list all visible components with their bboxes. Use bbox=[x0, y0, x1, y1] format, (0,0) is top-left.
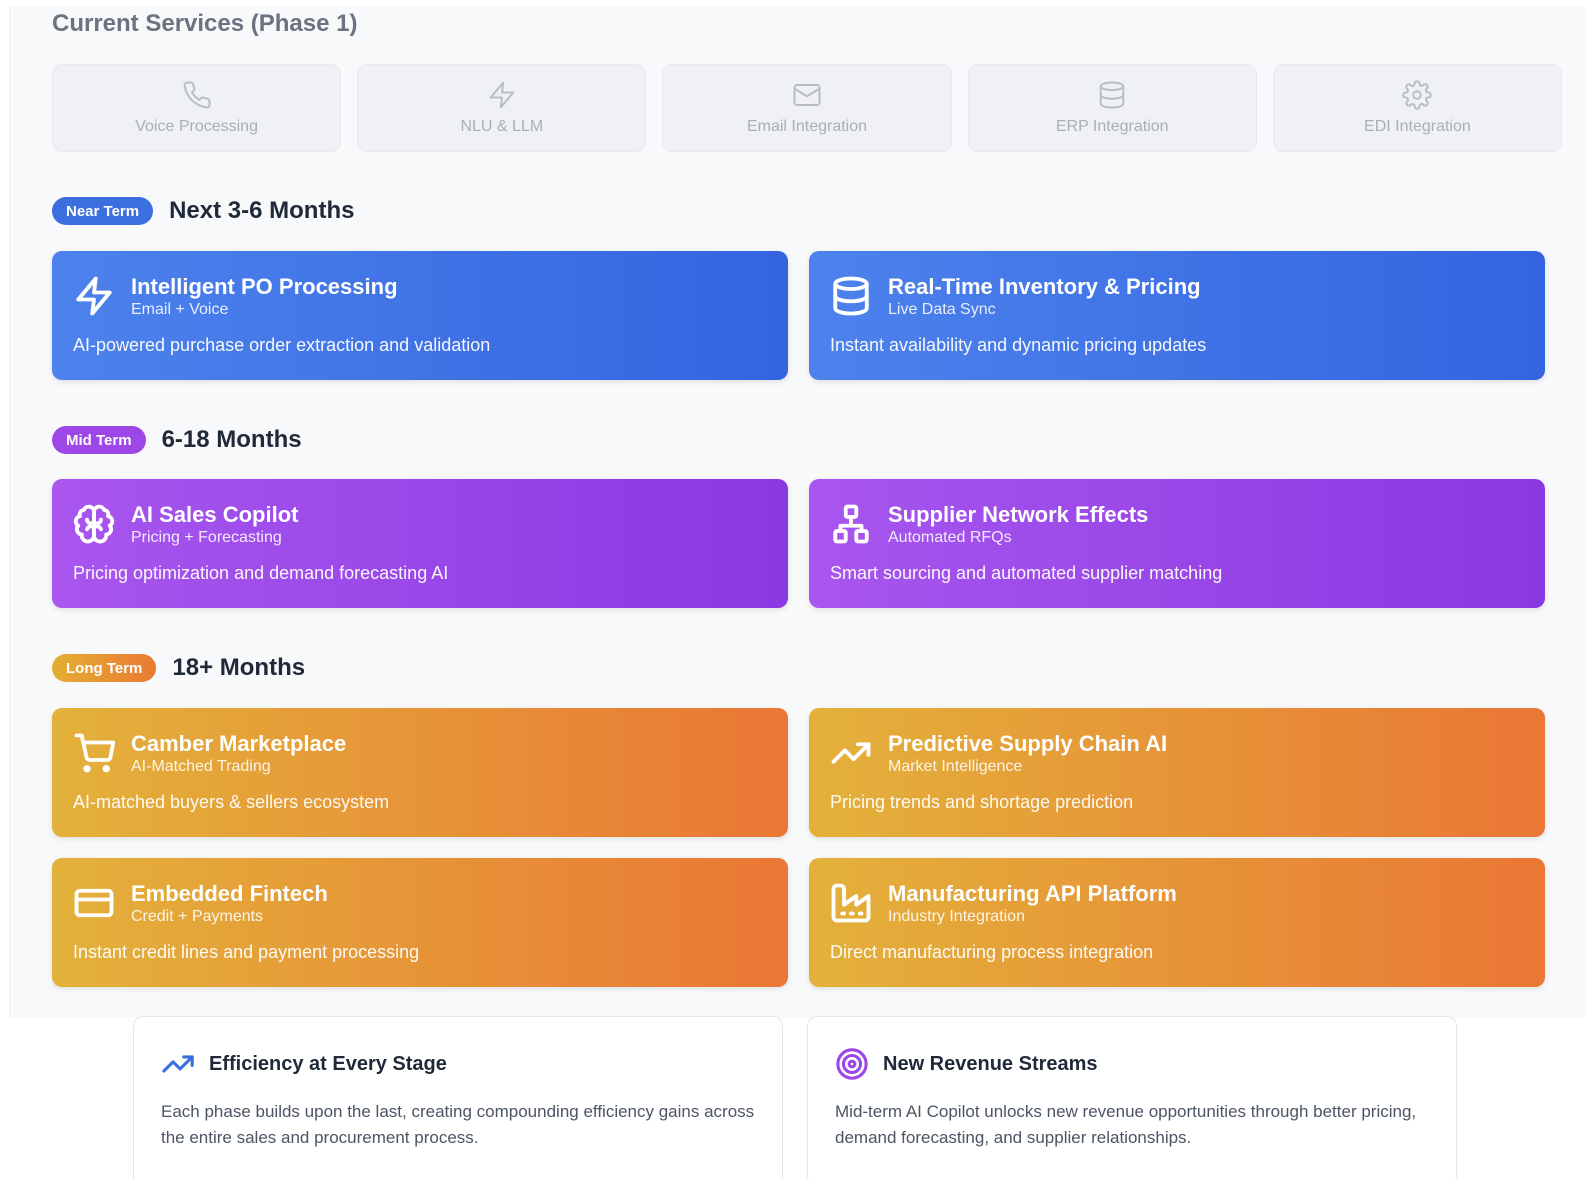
card-title: Predictive Supply Chain AI bbox=[888, 731, 1168, 756]
cart-icon bbox=[73, 732, 116, 774]
card-subtitle: Industry Integration bbox=[888, 908, 1025, 925]
card-description: Instant credit lines and payment process… bbox=[73, 942, 420, 962]
service-label: ERP Integration bbox=[1055, 118, 1169, 135]
card-subtitle: Credit + Payments bbox=[131, 908, 264, 925]
network-icon bbox=[830, 503, 872, 545]
lightning-icon bbox=[73, 275, 115, 317]
service-label: EDI Integration bbox=[1364, 118, 1471, 135]
service-edi-integration[interactable]: EDI Integration bbox=[1272, 64, 1563, 152]
card-manufacturing-api-platform[interactable]: Manufacturing API Platform Industry Inte… bbox=[809, 858, 1545, 987]
card-description: AI-matched buyers & sellers ecosystem bbox=[73, 792, 390, 812]
card-real-time-inventory-pricing[interactable]: Real-Time Inventory & Pricing Live Data … bbox=[809, 251, 1545, 380]
card-title: Real-Time Inventory & Pricing bbox=[888, 274, 1201, 299]
card-title: Camber Marketplace bbox=[131, 731, 347, 756]
card-supplier-network-effects[interactable]: Supplier Network Effects Automated RFQs … bbox=[809, 479, 1545, 608]
card-subtitle: Live Data Sync bbox=[888, 301, 996, 318]
near-term-header: Near Term Next 3-6 Months bbox=[52, 196, 354, 226]
card-description: Direct manufacturing process integration bbox=[830, 942, 1154, 962]
summary-text: Each phase builds upon the last, creatin… bbox=[161, 1102, 755, 1147]
card-ai-sales-copilot[interactable]: AI Sales Copilot Pricing + Forecasting P… bbox=[52, 479, 788, 608]
mid-term-header: Mid Term 6-18 Months bbox=[52, 425, 302, 455]
card-description: Pricing optimization and demand forecast… bbox=[73, 563, 449, 583]
near-term-title: Next 3-6 Months bbox=[169, 197, 355, 224]
card-predictive-supply-chain-ai[interactable]: Predictive Supply Chain AI Market Intell… bbox=[809, 708, 1545, 837]
card-subtitle: Market Intelligence bbox=[888, 758, 1023, 775]
summary-text: Mid-term AI Copilot unlocks new revenue … bbox=[835, 1102, 1417, 1147]
current-services-title: Current Services (Phase 1) bbox=[52, 10, 358, 37]
trending-up-icon bbox=[830, 732, 872, 774]
mid-term-badge: Mid Term bbox=[52, 426, 146, 454]
card-title: Intelligent PO Processing bbox=[131, 274, 398, 299]
phone-icon bbox=[183, 81, 211, 109]
card-embedded-fintech[interactable]: Embedded Fintech Credit + Payments Insta… bbox=[52, 858, 788, 987]
gear-icon bbox=[1402, 80, 1433, 110]
factory-icon bbox=[830, 882, 872, 924]
card-title: Supplier Network Effects bbox=[888, 502, 1149, 527]
card-description: AI-powered purchase order extraction and… bbox=[73, 335, 491, 355]
near-term-badge: Near Term bbox=[52, 197, 154, 225]
card-description: Pricing trends and shortage prediction bbox=[830, 792, 1134, 812]
long-term-header: Long Term 18+ Months bbox=[52, 653, 305, 683]
service-email-integration[interactable]: Email Integration bbox=[662, 64, 952, 152]
long-term-badge: Long Term bbox=[52, 654, 157, 682]
trending-up-icon bbox=[162, 1055, 194, 1073]
summary-revenue-card: New Revenue Streams Mid-term AI Copilot … bbox=[807, 1016, 1457, 1179]
card-title: Manufacturing API Platform bbox=[888, 881, 1177, 906]
service-label: Email Integration bbox=[746, 118, 868, 135]
card-subtitle: Email + Voice bbox=[131, 301, 229, 318]
card-subtitle: Pricing + Forecasting bbox=[131, 529, 282, 546]
service-erp-integration[interactable]: ERP Integration bbox=[967, 64, 1257, 152]
database-icon bbox=[1099, 81, 1125, 109]
current-services-row: Voice Processing NLU & LLM Email Integra… bbox=[52, 64, 1563, 152]
brain-icon bbox=[73, 503, 115, 545]
target-icon bbox=[836, 1048, 868, 1080]
card-description: Instant availability and dynamic pricing… bbox=[830, 335, 1207, 355]
card-title: Embedded Fintech bbox=[131, 881, 328, 906]
lightning-icon bbox=[489, 81, 515, 109]
service-voice-processing[interactable]: Voice Processing bbox=[52, 64, 342, 152]
database-icon bbox=[830, 275, 872, 317]
service-label: NLU & LLM bbox=[460, 118, 544, 135]
service-nlu-llm[interactable]: NLU & LLM bbox=[357, 64, 647, 152]
card-subtitle: Automated RFQs bbox=[888, 529, 1012, 546]
card-title: AI Sales Copilot bbox=[131, 502, 299, 527]
card-subtitle: AI-Matched Trading bbox=[131, 758, 271, 775]
mail-icon bbox=[793, 84, 821, 106]
card-description: Smart sourcing and automated supplier ma… bbox=[830, 563, 1223, 583]
service-label: Voice Processing bbox=[135, 118, 258, 135]
card-camber-marketplace[interactable]: Camber Marketplace AI-Matched Trading AI… bbox=[52, 708, 788, 837]
card-intelligent-po-processing[interactable]: Intelligent PO Processing Email + Voice … bbox=[52, 251, 788, 380]
summary-title: New Revenue Streams bbox=[883, 1052, 1098, 1075]
summary-title: Efficiency at Every Stage bbox=[209, 1052, 447, 1075]
credit-card-icon bbox=[73, 882, 115, 924]
long-term-title: 18+ Months bbox=[172, 654, 306, 681]
summary-efficiency-card: Efficiency at Every Stage Each phase bui… bbox=[133, 1016, 783, 1179]
mid-term-title: 6-18 Months bbox=[161, 426, 302, 453]
